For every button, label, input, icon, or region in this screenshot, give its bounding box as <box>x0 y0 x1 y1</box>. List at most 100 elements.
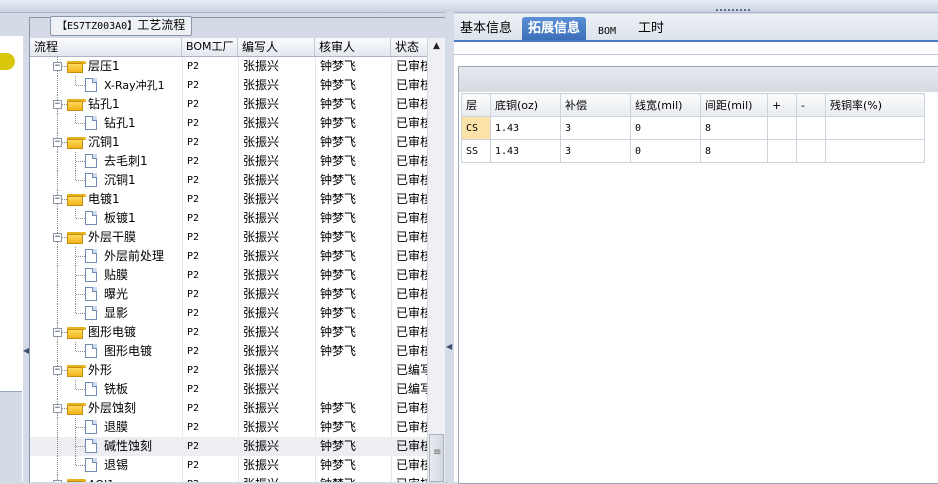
factory-cell: P2 <box>187 80 200 91</box>
plus-cell[interactable] <box>767 116 797 140</box>
tree-node-folder[interactable]: − 外形 P2 张振兴 已编写 <box>30 361 427 380</box>
col-compensation[interactable]: 补偿 <box>560 93 631 117</box>
compensation-cell[interactable]: 3 <box>560 139 631 163</box>
reviewer-cell: 钟梦飞 <box>320 268 357 282</box>
writer-cell: 张振兴 <box>243 325 280 339</box>
tree-node-step[interactable]: 碱性蚀刻 P2 张振兴 钟梦飞 已审核 <box>30 437 427 456</box>
base-copper-cell[interactable]: 1.43 <box>490 116 561 140</box>
document-icon <box>85 306 97 320</box>
group-title-code: 【ES7TZ003A0】 <box>57 21 138 32</box>
tree-node-folder[interactable]: − 沉铜1 P2 张振兴 钟梦飞 已审核 <box>30 133 427 152</box>
tree-node-step[interactable]: 曝光 P2 张振兴 钟梦飞 已审核 <box>30 285 427 304</box>
spacing-cell[interactable]: 8 <box>700 116 768 140</box>
collapse-arrow-icon[interactable]: ◀ <box>446 342 452 351</box>
scroll-up-icon[interactable]: ▲ <box>428 38 445 55</box>
tree-scrollbar[interactable]: ▲ <box>427 38 445 482</box>
reviewer-cell: 钟梦飞 <box>320 458 357 472</box>
collapse-node-icon[interactable]: − <box>53 366 62 375</box>
col-line-width[interactable]: 线宽(mil) <box>630 93 701 117</box>
tree-header: 流程 BOM工厂 编写人 核审人 状态 <box>30 38 427 57</box>
col-header-status[interactable]: 状态 <box>391 38 427 56</box>
factory-cell: P2 <box>187 384 200 395</box>
tree-node-folder[interactable]: − 钻孔1 P2 张振兴 钟梦飞 已审核 <box>30 95 427 114</box>
tree-node-folder[interactable]: − 电镀1 P2 张振兴 钟梦飞 已审核 <box>30 190 427 209</box>
status-cell: 已审核 <box>396 59 427 73</box>
col-layer[interactable]: 层 <box>461 93 491 117</box>
tree-node-step[interactable]: X-Ray冲孔1 P2 张振兴 钟梦飞 已审核 <box>30 76 427 95</box>
layer-cell[interactable]: CS <box>461 116 491 140</box>
factory-cell: P2 <box>187 61 200 72</box>
col-minus[interactable]: - <box>796 93 826 117</box>
col-header-flow[interactable]: 流程 <box>30 38 182 56</box>
tab-bom[interactable]: BOM <box>592 20 622 43</box>
writer-cell: 张振兴 <box>243 458 280 472</box>
tree-node-label: 沉铜1 <box>104 173 136 187</box>
reviewer-cell: 钟梦飞 <box>320 78 357 92</box>
tree-node-folder[interactable]: − 外层干膜 P2 张振兴 钟梦飞 已审核 <box>30 228 427 247</box>
layer-grid[interactable]: 层 底铜(oz) 补偿 线宽(mil) 间距(mil) + - 残铜率(%) C… <box>461 93 925 163</box>
layer-grid-row[interactable]: SS 1.43 3 0 8 <box>461 139 925 163</box>
tree-node-folder[interactable]: − 图形电镀 P2 张振兴 钟梦飞 已审核 <box>30 323 427 342</box>
tree-node-label: 铣板 <box>104 382 129 396</box>
tree-node-step[interactable]: 图形电镀 P2 张振兴 钟梦飞 已审核 <box>30 342 427 361</box>
tree-node-folder[interactable]: − 层压1 P2 张振兴 钟梦飞 已审核 <box>30 57 427 76</box>
center-splitter[interactable]: ◀ <box>445 12 454 482</box>
plus-cell[interactable] <box>767 139 797 163</box>
tree-node-step[interactable]: 钻孔1 P2 张振兴 钟梦飞 已审核 <box>30 114 427 133</box>
factory-cell: P2 <box>182 475 238 482</box>
tree-node-folder[interactable]: − 外层蚀刻 P2 张振兴 钟梦飞 已审核 <box>30 399 427 418</box>
folder-icon <box>67 194 86 206</box>
tab-basic-info[interactable]: 基本信息 <box>454 17 518 40</box>
residual-copper-cell[interactable] <box>825 116 925 140</box>
collapse-node-icon[interactable]: − <box>53 62 62 71</box>
residual-copper-cell[interactable] <box>825 139 925 163</box>
tree-node-step[interactable]: 沉铜1 P2 张振兴 钟梦飞 已审核 <box>30 171 427 190</box>
col-plus[interactable]: + <box>767 93 797 117</box>
col-header-reviewer[interactable]: 核审人 <box>315 38 391 56</box>
collapse-node-icon[interactable]: − <box>53 233 62 242</box>
tab-work-hours[interactable]: 工时 <box>632 17 670 40</box>
tree-node-step[interactable]: 显影 P2 张振兴 钟梦飞 已审核 <box>30 304 427 323</box>
reviewer-cell <box>315 361 391 380</box>
layer-grid-row[interactable]: CS 1.43 3 0 8 <box>461 116 925 140</box>
col-spacing[interactable]: 间距(mil) <box>700 93 768 117</box>
col-residual-copper[interactable]: 残铜率(%) <box>825 93 925 117</box>
minus-cell[interactable] <box>796 116 826 140</box>
collapse-node-icon[interactable]: − <box>53 404 62 413</box>
collapse-node-icon[interactable]: − <box>53 195 62 204</box>
spacing-cell[interactable]: 8 <box>700 139 768 163</box>
tab-extended-info[interactable]: 拓展信息 <box>522 17 587 40</box>
writer-cell: 张振兴 <box>243 173 280 187</box>
base-copper-cell[interactable]: 1.43 <box>490 139 561 163</box>
minus-cell[interactable] <box>796 139 826 163</box>
reviewer-cell: 钟梦飞 <box>320 287 357 301</box>
status-cell: 已审核 <box>391 475 427 482</box>
tree-node-step[interactable]: 外层前处理 P2 张振兴 钟梦飞 已审核 <box>30 247 427 266</box>
collapse-node-icon[interactable]: − <box>53 100 62 109</box>
tree-node-folder[interactable]: −AOI1P2张振兴钟梦飞已审核 <box>30 475 427 482</box>
collapse-node-icon[interactable]: − <box>53 138 62 147</box>
collapse-node-icon[interactable]: − <box>53 328 62 337</box>
tree-node-step[interactable]: 铣板 P2 张振兴 已编写 <box>30 380 427 399</box>
tree-node-step[interactable]: 退膜 P2 张振兴 钟梦飞 已审核 <box>30 418 427 437</box>
writer-cell: 张振兴 <box>243 287 280 301</box>
scroll-thumb[interactable] <box>429 434 444 482</box>
tree-node-step[interactable]: 退锡 P2 张振兴 钟梦飞 已审核 <box>30 456 427 475</box>
tree-node-step[interactable]: 去毛刺1 P2 张振兴 钟梦飞 已审核 <box>30 152 427 171</box>
reviewer-cell: 钟梦飞 <box>320 211 357 225</box>
tree-node-step[interactable]: 板镀1 P2 张振兴 钟梦飞 已审核 <box>30 209 427 228</box>
line-width-cell[interactable]: 0 <box>630 139 701 163</box>
layer-cell[interactable]: SS <box>461 139 491 163</box>
col-base-copper[interactable]: 底铜(oz) <box>490 93 561 117</box>
process-tree-grid[interactable]: 流程 BOM工厂 编写人 核审人 状态 − 层压1 P2 张振兴 钟梦飞 已审核 X-Ray… <box>30 38 427 482</box>
writer-cell: 张振兴 <box>243 211 280 225</box>
writer-cell: 张振兴 <box>243 268 280 282</box>
tree-node-step[interactable]: 贴膜 P2 张振兴 钟梦飞 已审核 <box>30 266 427 285</box>
compensation-cell[interactable]: 3 <box>560 116 631 140</box>
col-header-writer[interactable]: 编写人 <box>238 38 315 56</box>
col-header-factory[interactable]: BOM工厂 <box>182 38 238 56</box>
factory-cell: P2 <box>187 213 200 224</box>
writer-cell: 张振兴 <box>243 306 280 320</box>
tree-node-label: 显影 <box>104 306 129 320</box>
line-width-cell[interactable]: 0 <box>630 116 701 140</box>
